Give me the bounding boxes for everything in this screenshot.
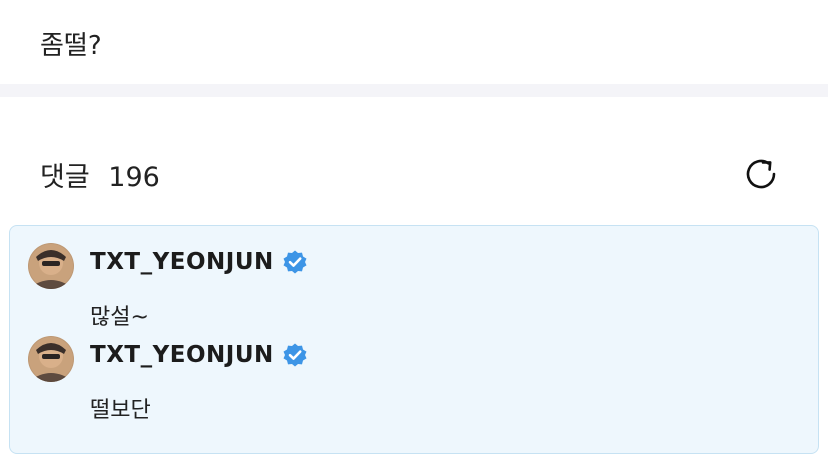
- author-name[interactable]: TXT_YEONJUN: [90, 342, 274, 368]
- author-row: TXT_YEONJUN: [90, 342, 308, 368]
- comment-text: 많설~: [90, 305, 149, 330]
- refresh-icon: [746, 159, 776, 189]
- post-text: 좀떨?: [40, 31, 102, 61]
- verified-badge-icon: [283, 250, 307, 274]
- comment-item: TXT_YEONJUN 떨보단: [28, 336, 808, 426]
- comments-title: 댓글 196: [40, 155, 160, 194]
- comment-item: TXT_YEONJUN 많설~: [28, 243, 808, 333]
- avatar[interactable]: [28, 336, 74, 382]
- comments-header: 댓글 196: [40, 152, 782, 196]
- comments-label: 댓글: [40, 161, 90, 193]
- comment-text: 떨보단: [90, 398, 151, 423]
- avatar[interactable]: [28, 243, 74, 289]
- author-name[interactable]: TXT_YEONJUN: [90, 249, 274, 275]
- comments-count: 196: [108, 161, 160, 193]
- pinned-comments-box: TXT_YEONJUN 많설~ TXT_YEONJUN 떨보단: [9, 225, 819, 454]
- section-divider: [0, 84, 828, 97]
- refresh-button[interactable]: [740, 153, 782, 195]
- verified-badge-icon: [283, 343, 307, 367]
- author-row: TXT_YEONJUN: [90, 249, 308, 275]
